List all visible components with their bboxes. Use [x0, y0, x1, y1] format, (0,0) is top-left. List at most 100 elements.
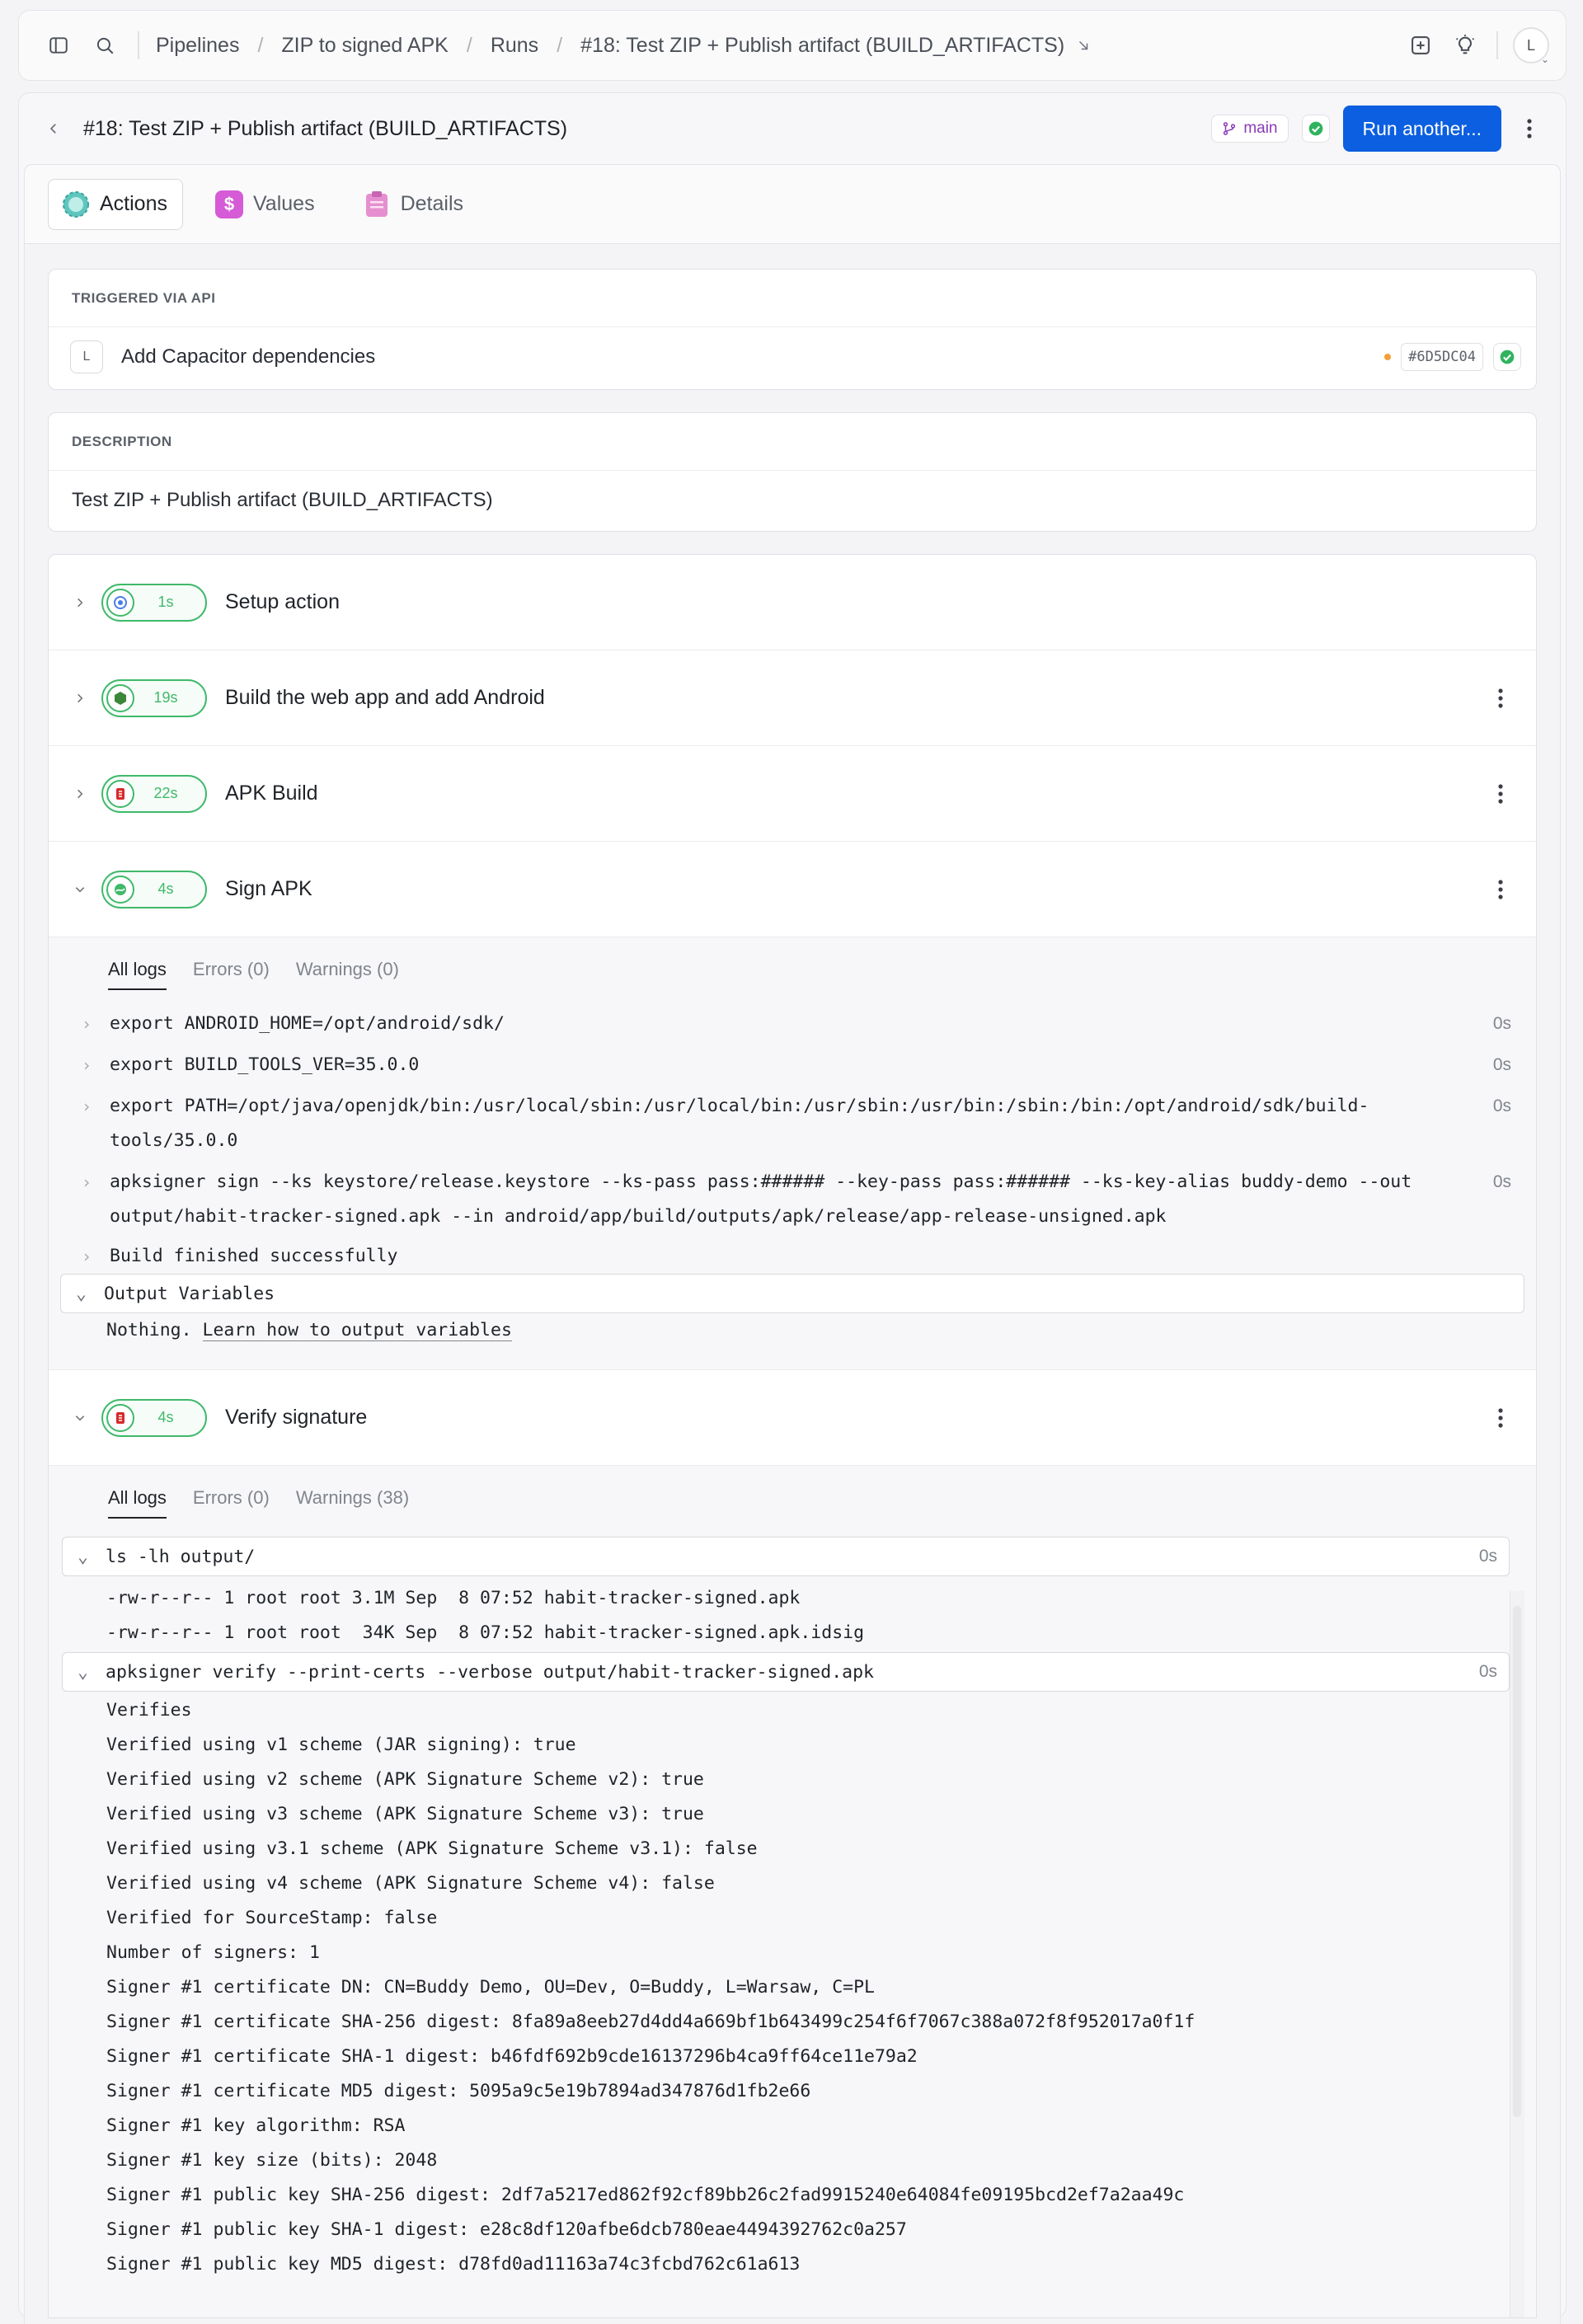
breadcrumb-pipelines[interactable]: Pipelines: [156, 34, 239, 58]
log-line[interactable]: › export BUILD_TOOLS_VER=35.0.0 0s: [49, 1048, 1536, 1082]
action-row-build-web[interactable]: 19s Build the web app and add Android: [49, 650, 1536, 746]
log-group-apksigner-verify[interactable]: ⌄ apksigner verify --print-certs --verbo…: [62, 1652, 1510, 1692]
log-group-ls[interactable]: ⌄ ls -lh output/ 0s: [62, 1537, 1510, 1576]
verify-icon: [106, 1403, 134, 1432]
log-output-line: Verified using v2 scheme (APK Signature …: [106, 1769, 704, 1790]
log-command: ls -lh output/: [106, 1546, 256, 1567]
output-variables-group[interactable]: ⌄ Output Variables: [60, 1274, 1524, 1313]
log-output-line: Signer #1 key algorithm: RSA: [106, 2115, 406, 2136]
tab-values[interactable]: $ Values: [201, 179, 331, 230]
add-square-icon[interactable]: [1404, 29, 1437, 62]
action-name: APK Build: [225, 782, 318, 805]
chevron-down-icon[interactable]: [72, 884, 88, 895]
sidebar-toggle-icon[interactable]: [42, 29, 75, 62]
status-success-icon: [1301, 115, 1330, 143]
tab-actions[interactable]: Actions: [48, 178, 183, 230]
lightbulb-icon[interactable]: [1449, 29, 1482, 62]
log-tab-all[interactable]: All logs: [108, 959, 167, 990]
action-status-pill: 19s: [101, 678, 207, 717]
description-label: DESCRIPTION: [49, 413, 1536, 471]
log-duration: 0s: [1478, 1547, 1497, 1566]
breadcrumb-pipeline[interactable]: ZIP to signed APK: [281, 34, 448, 58]
chevron-down-icon[interactable]: [72, 1412, 88, 1424]
user-avatar[interactable]: L ⌄: [1513, 27, 1549, 65]
log-duration: 0s: [1478, 1662, 1497, 1681]
description-card: DESCRIPTION Test ZIP + Publish artifact …: [48, 412, 1537, 532]
log-output-line: Signer #1 certificate MD5 digest: 5095a9…: [106, 2081, 811, 2101]
chevron-right-icon[interactable]: ›: [82, 1089, 110, 1124]
chevron-right-icon[interactable]: [72, 788, 88, 800]
log-text: Build finished successfully: [110, 1246, 398, 1266]
run-another-button[interactable]: Run another...: [1342, 106, 1501, 152]
output-variables-empty: Nothing. Learn how to output variables: [49, 1313, 1536, 1348]
output-nothing-text: Nothing.: [106, 1320, 192, 1340]
trigger-card: TRIGGERED VIA API L Add Capacitor depend…: [48, 269, 1537, 390]
build-icon: [106, 779, 134, 808]
action-status-pill: 22s: [101, 774, 207, 813]
more-options-icon[interactable]: [1488, 777, 1513, 810]
chevron-down-icon[interactable]: ⌄: [78, 1662, 106, 1683]
chevron-right-icon[interactable]: ›: [82, 1165, 110, 1200]
branch-name: main: [1243, 120, 1278, 137]
action-duration: 22s: [153, 785, 178, 801]
arrow-down-right-icon[interactable]: [1076, 38, 1091, 53]
branch-badge[interactable]: main: [1211, 115, 1289, 143]
chevron-right-icon[interactable]: ›: [82, 1007, 110, 1041]
log-tab-errors[interactable]: Errors (0): [193, 959, 270, 990]
more-options-icon[interactable]: [1488, 682, 1513, 715]
action-row-apk-build[interactable]: 22s APK Build: [49, 746, 1536, 842]
log-tab-warnings[interactable]: Warnings (0): [296, 959, 399, 990]
commit-author-avatar: L: [70, 340, 103, 373]
log-output-line: Signer #1 certificate DN: CN=Buddy Demo,…: [106, 1977, 875, 1998]
log-tab-all[interactable]: All logs: [108, 1487, 167, 1519]
log-output-line: Signer #1 certificate SHA-256 digest: 8f…: [106, 2012, 1195, 2032]
search-icon[interactable]: [88, 29, 121, 62]
chevron-right-icon[interactable]: [72, 693, 88, 704]
run-title: #18: Test ZIP + Publish artifact (BUILD_…: [83, 116, 568, 140]
description-text: Test ZIP + Publish artifact (BUILD_ARTIF…: [72, 489, 493, 511]
log-scrollbar-thumb[interactable]: [1513, 1606, 1521, 2117]
log-tab-errors[interactable]: Errors (0): [193, 1487, 270, 1519]
action-row-verify-signature[interactable]: 4s Verify signature: [49, 1370, 1536, 1466]
action-row-setup[interactable]: 1s Setup action: [49, 555, 1536, 650]
log-text: export ANDROID_HOME=/opt/android/sdk/: [110, 1013, 505, 1034]
breadcrumb-current-run[interactable]: #18: Test ZIP + Publish artifact (BUILD_…: [580, 34, 1064, 58]
tab-label: Details: [400, 192, 463, 215]
action-row-sign-apk[interactable]: 4s Sign APK: [49, 842, 1536, 937]
log-line[interactable]: › Build finished successfully: [49, 1239, 1536, 1274]
run-tabs: Actions $ Values Details: [25, 165, 1560, 244]
log-output-line: Verified for SourceStamp: false: [106, 1908, 438, 1928]
chevron-right-icon[interactable]: ›: [82, 1239, 110, 1274]
chevron-right-icon[interactable]: ›: [82, 1048, 110, 1082]
breadcrumb-runs[interactable]: Runs: [491, 34, 538, 58]
log-tab-warnings[interactable]: Warnings (38): [296, 1487, 409, 1519]
divider: [138, 31, 139, 59]
log-line[interactable]: › export ANDROID_HOME=/opt/android/sdk/ …: [49, 1007, 1536, 1041]
more-options-icon[interactable]: [1488, 1401, 1513, 1434]
action-duration: 1s: [157, 594, 174, 610]
actions-icon: [62, 190, 90, 218]
sign-apk-logs: All logs Errors (0) Warnings (0) › expor…: [49, 937, 1536, 1370]
tab-details[interactable]: Details: [349, 179, 479, 230]
more-options-icon[interactable]: [1515, 112, 1544, 145]
log-command: apksigner verify --print-certs --verbose…: [106, 1661, 874, 1683]
log-duration: 0s: [1492, 1055, 1511, 1074]
commit-hash[interactable]: #6D5DC04: [1401, 343, 1483, 371]
log-line[interactable]: › apksigner sign --ks keystore/release.k…: [49, 1165, 1536, 1234]
log-line[interactable]: › export PATH=/opt/java/openjdk/bin:/usr…: [49, 1089, 1536, 1158]
log-output-line: Signer #1 public key MD5 digest: d78fd0a…: [106, 2254, 801, 2275]
chevron-down-icon[interactable]: ⌄: [78, 1547, 106, 1567]
run-panel: #18: Test ZIP + Publish artifact (BUILD_…: [18, 92, 1567, 2324]
commit-row[interactable]: L Add Capacitor dependencies #6D5DC04: [49, 327, 1536, 387]
action-name: Setup action: [225, 590, 340, 613]
back-button[interactable]: [39, 114, 68, 143]
action-name: Verify signature: [225, 1406, 368, 1429]
chevron-right-icon[interactable]: [72, 597, 88, 608]
more-options-icon[interactable]: [1488, 873, 1513, 906]
log-output-line: Signer #1 public key SHA-256 digest: 2df…: [106, 2185, 1185, 2205]
log-output-line: Verified using v3.1 scheme (APK Signatur…: [106, 1838, 758, 1859]
learn-output-variables-link[interactable]: Learn how to output variables: [202, 1320, 512, 1341]
chevron-down-icon[interactable]: ⌄: [76, 1284, 104, 1304]
avatar-initial: L: [1526, 36, 1535, 54]
log-tabs: All logs Errors (0) Warnings (0): [49, 937, 1536, 1012]
